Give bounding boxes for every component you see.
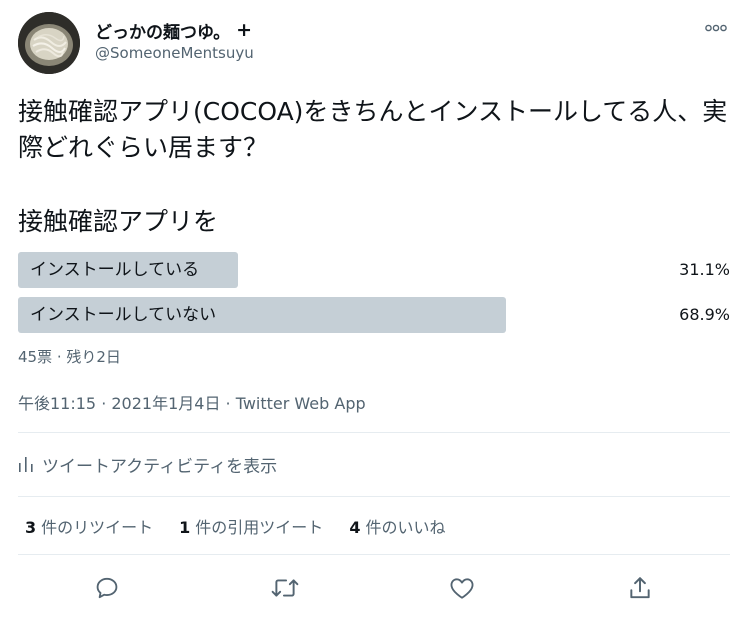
display-name[interactable]: どっかの麺つゆ。: [95, 18, 230, 43]
quote-count[interactable]: 1 件の引用ツイート: [179, 514, 323, 538]
poll-option-label: インストールしていない: [30, 305, 217, 325]
divider: [18, 554, 730, 555]
reply-icon: [96, 577, 118, 599]
divider: [18, 432, 730, 433]
name-badge: +: [236, 18, 253, 41]
divider: [18, 496, 730, 497]
like-button[interactable]: [446, 572, 478, 604]
poll-option-label: インストールしている: [30, 260, 200, 280]
retweet-count-value: 3: [25, 518, 37, 537]
quote-count-label: 件の引用ツイート: [195, 518, 324, 537]
bar-chart-icon: [19, 457, 33, 472]
reply-button[interactable]: [91, 572, 123, 604]
poll-option-percent: 31.1%: [679, 260, 730, 279]
share-button[interactable]: [624, 572, 656, 604]
tweet-actions: [18, 568, 730, 608]
like-count[interactable]: 4 件のいいね: [349, 514, 445, 538]
more-horizontal-icon: [705, 24, 727, 32]
retweet-count[interactable]: 3 件のリツイート: [25, 514, 153, 538]
poll-option: インストールしている 31.1%: [18, 252, 730, 288]
avatar[interactable]: [18, 12, 80, 74]
tweet-activity-label: ツイートアクティビティを表示: [42, 456, 278, 477]
more-button[interactable]: [702, 18, 730, 38]
poll-option-percent: 68.9%: [679, 305, 730, 324]
poll-question: 接触確認アプリを: [18, 207, 219, 236]
tweet-header: どっかの麺つゆ。 + @SomeoneMentsuyu: [18, 12, 730, 74]
quote-count-value: 1: [179, 518, 191, 537]
poll-option: インストールしていない 68.9%: [18, 297, 730, 333]
engagement-stats: 3 件のリツイート 1 件の引用ツイート 4 件のいいね: [25, 512, 445, 540]
avatar-image: [18, 12, 80, 74]
timestamp[interactable]: 午後11:15 · 2021年1月4日 · Twitter Web App: [18, 390, 366, 414]
name-row: どっかの麺つゆ。 +: [95, 18, 253, 43]
tweet-text: 接触確認アプリ(COCOA)をきちんとインストールしてる人、実際どれぐらい居ます…: [18, 97, 728, 162]
user-handle[interactable]: @SomeoneMentsuyu: [95, 44, 254, 62]
retweet-count-label: 件のリツイート: [41, 518, 154, 537]
heart-icon: [450, 578, 474, 599]
poll-meta: 45票 · 残り2日: [18, 348, 121, 366]
like-count-label: 件のいいね: [365, 518, 446, 537]
retweet-icon: [271, 579, 299, 597]
retweet-button[interactable]: [269, 572, 301, 604]
share-icon: [630, 577, 650, 599]
like-count-value: 4: [349, 518, 361, 537]
tweet-activity-link[interactable]: ツイートアクティビティを表示: [18, 448, 277, 480]
